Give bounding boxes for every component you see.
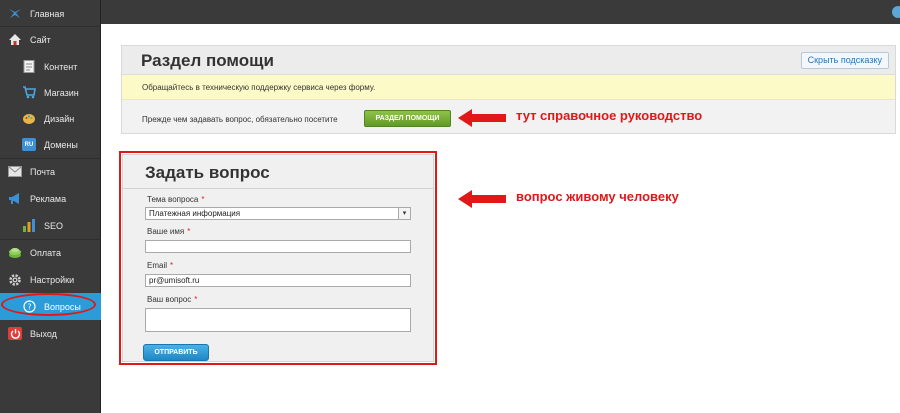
sidebar-item-label: Сайт <box>30 34 51 45</box>
help-annotation: тут справочное руководство <box>516 108 703 123</box>
question-label: Ваш вопрос * <box>147 295 197 304</box>
sidebar-item-logout[interactable]: Выход <box>0 320 101 347</box>
sidebar-item-shop[interactable]: Магазин <box>0 79 101 106</box>
sidebar-item-label: Контент <box>44 61 78 72</box>
sidebar-item-label: SEO <box>44 220 64 231</box>
topic-select[interactable]: Платежная информация ▾ <box>145 207 411 220</box>
help-section-button[interactable]: РАЗДЕЛ ПОМОЩИ <box>364 110 451 127</box>
help-notice: Обращайтесь в техническую поддержку серв… <box>122 75 895 100</box>
sidebar-item-payment[interactable]: Оплата <box>0 239 101 266</box>
name-label: Ваше имя * <box>147 227 190 236</box>
sidebar-item-content[interactable]: Контент <box>0 53 101 80</box>
required-mark: * <box>170 261 174 270</box>
sidebar-item-mail[interactable]: Почта <box>0 158 101 185</box>
cart-icon <box>22 86 36 99</box>
bar-chart-icon <box>22 219 36 232</box>
power-icon <box>8 327 22 340</box>
money-icon <box>8 246 22 259</box>
ru-domain-icon: RU <box>22 138 36 151</box>
hide-hint-button[interactable]: Скрыть подсказку <box>800 52 889 69</box>
topic-label: Тема вопроса * <box>147 195 204 204</box>
name-input[interactable] <box>145 240 411 253</box>
sidebar-item-label: Оплата <box>30 247 61 258</box>
sidebar-item-label: Почта <box>30 166 55 177</box>
sidebar: Главная Сайт Контент Магазин Дизайн RU Д… <box>0 0 101 413</box>
top-bar <box>101 0 900 24</box>
email-label-text: Email <box>147 261 168 270</box>
sidebar-item-label: Магазин <box>44 87 79 98</box>
help-panel-header: Раздел помощи Скрыть подсказку <box>122 46 895 75</box>
sidebar-item-label: Выход <box>30 328 57 339</box>
help-globe-icon[interactable] <box>892 6 900 18</box>
form-title: Задать вопрос <box>145 163 270 182</box>
help-panel: Раздел помощи Скрыть подсказку Обращайте… <box>121 45 896 134</box>
help-notice-text: Обращайтесь в техническую поддержку серв… <box>142 83 376 92</box>
sidebar-item-site[interactable]: Сайт <box>0 26 101 53</box>
active-item-highlight-oval <box>1 293 96 316</box>
sidebar-item-seo[interactable]: SEO <box>0 212 101 239</box>
email-input[interactable]: pr@umisoft.ru <box>145 274 411 287</box>
sidebar-item-home[interactable]: Главная <box>0 0 101 27</box>
bird-logo-icon <box>8 7 22 20</box>
help-prompt-text: Прежде чем задавать вопрос, обязательно … <box>142 115 338 124</box>
topic-label-text: Тема вопроса <box>147 195 199 204</box>
red-arrow-icon <box>458 109 506 127</box>
sidebar-item-ads[interactable]: Реклама <box>0 185 101 212</box>
megaphone-icon <box>8 192 22 205</box>
document-icon <box>22 60 36 73</box>
sidebar-item-label: Домены <box>44 139 78 150</box>
question-form-highlight: Задать вопрос Тема вопроса * Платежная ин… <box>119 151 437 365</box>
required-mark: * <box>194 295 198 304</box>
form-annotation: вопрос живому человеку <box>516 189 679 204</box>
sidebar-item-label: Реклама <box>30 193 67 204</box>
required-mark: * <box>201 195 205 204</box>
sidebar-item-domains[interactable]: RU Домены <box>0 131 101 158</box>
red-arrow-icon <box>458 190 506 208</box>
submit-button[interactable]: ОТПРАВИТЬ <box>143 344 209 361</box>
home-icon <box>8 33 22 46</box>
gear-icon <box>8 273 22 286</box>
chevron-down-icon[interactable]: ▾ <box>398 208 410 219</box>
help-panel-title: Раздел помощи <box>141 51 274 70</box>
email-label: Email * <box>147 261 173 270</box>
question-form: Задать вопрос Тема вопроса * Платежная ин… <box>122 154 434 362</box>
sidebar-item-label: Настройки <box>30 274 75 285</box>
required-mark: * <box>187 227 191 236</box>
envelope-icon <box>8 165 22 178</box>
question-textarea[interactable] <box>145 308 411 332</box>
topic-select-value: Платежная информация <box>149 209 241 218</box>
sidebar-item-label: Главная <box>30 8 65 19</box>
question-label-text: Ваш вопрос <box>147 295 192 304</box>
name-label-text: Ваше имя <box>147 227 185 236</box>
palette-icon <box>22 112 36 125</box>
sidebar-item-label: Дизайн <box>44 113 75 124</box>
sidebar-item-design[interactable]: Дизайн <box>0 105 101 132</box>
sidebar-item-settings[interactable]: Настройки <box>0 266 101 293</box>
